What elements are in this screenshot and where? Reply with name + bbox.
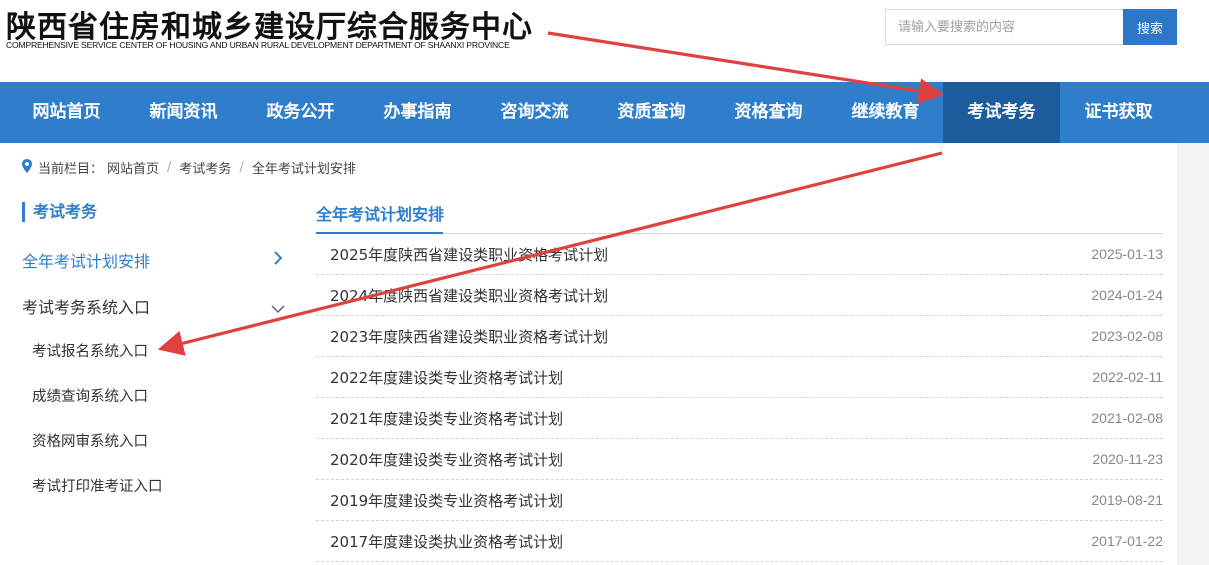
- list-item-date: 2020-11-23: [1092, 451, 1163, 467]
- nav-item-home[interactable]: 网站首页: [8, 82, 125, 143]
- list-item-title[interactable]: 2024年度陕西省建设类职业资格考试计划: [316, 285, 608, 306]
- sidebar-title: 考试考务: [22, 202, 97, 222]
- list-item[interactable]: 2017年度建设类执业资格考试计划 2017-01-22: [316, 521, 1163, 562]
- page-side-background: [1177, 143, 1209, 565]
- list-item[interactable]: 2021年度建设类专业资格考试计划 2021-02-08: [316, 398, 1163, 439]
- list-item-title[interactable]: 2025年度陕西省建设类职业资格考试计划: [316, 244, 608, 265]
- nav-item-continuing-education[interactable]: 继续教育: [827, 82, 944, 143]
- sidebar-sublink-print-admission[interactable]: 考试打印准考证入口: [32, 475, 163, 496]
- chevron-right-icon[interactable]: [273, 250, 283, 270]
- list-item-title[interactable]: 2017年度建设类执业资格考试计划: [316, 531, 563, 552]
- list-item-title[interactable]: 2020年度建设类专业资格考试计划: [316, 449, 563, 470]
- content-title: 全年考试计划安排: [316, 205, 445, 224]
- breadcrumb-separator: /: [167, 160, 172, 175]
- list-item-title[interactable]: 2019年度建设类专业资格考试计划: [316, 490, 563, 511]
- nav-item-consult[interactable]: 咨询交流: [476, 82, 593, 143]
- list-item-title[interactable]: 2022年度建设类专业资格考试计划: [316, 367, 563, 388]
- list-item-title[interactable]: 2023年度陕西省建设类职业资格考试计划: [316, 326, 608, 347]
- nav-item-news[interactable]: 新闻资讯: [125, 82, 242, 143]
- location-pin-icon: [22, 158, 32, 177]
- sidebar-item-exam-plan[interactable]: 全年考试计划安排: [22, 248, 150, 272]
- list-item-date: 2022-02-11: [1092, 369, 1163, 385]
- list-item-date: 2023-02-08: [1091, 328, 1163, 344]
- site-subtitle: COMPREHENSIVE SERVICE CENTER OF HOUSING …: [6, 40, 510, 50]
- list-item[interactable]: 2024年度陕西省建设类职业资格考试计划 2024-01-24: [316, 275, 1163, 316]
- list-item-date: 2024-01-24: [1091, 287, 1163, 303]
- list-item-date: 2019-08-21: [1091, 492, 1163, 508]
- nav-item-certificate-query[interactable]: 资格查询: [710, 82, 827, 143]
- list-item-title[interactable]: 2021年度建设类专业资格考试计划: [316, 408, 563, 429]
- breadcrumb: 当前栏目： 网站首页 / 考试考务 / 全年考试计划安排: [22, 158, 356, 177]
- sidebar-sublink-score-query[interactable]: 成绩查询系统入口: [32, 385, 148, 406]
- nav-item-gov-affairs[interactable]: 政务公开: [242, 82, 359, 143]
- sidebar-sublink-qualification-review[interactable]: 资格网审系统入口: [32, 430, 148, 451]
- sidebar-sublink-registration[interactable]: 考试报名系统入口: [32, 340, 148, 361]
- list-item-date: 2017-01-22: [1091, 533, 1163, 549]
- breadcrumb-item-exams[interactable]: 考试考务: [179, 158, 231, 177]
- list-item[interactable]: 2022年度建设类专业资格考试计划 2022-02-11: [316, 357, 1163, 398]
- chevron-down-icon[interactable]: [271, 299, 285, 318]
- search-button[interactable]: 搜索: [1123, 9, 1177, 45]
- list-item[interactable]: 2019年度建设类专业资格考试计划 2019-08-21: [316, 480, 1163, 521]
- main-nav: 网站首页 新闻资讯 政务公开 办事指南 咨询交流 资质查询 资格查询 继续教育 …: [0, 82, 1209, 143]
- nav-item-exams[interactable]: 考试考务: [943, 82, 1060, 143]
- list-item[interactable]: 2020年度建设类专业资格考试计划 2020-11-23: [316, 439, 1163, 480]
- list-item[interactable]: 2023年度陕西省建设类职业资格考试计划 2023-02-08: [316, 316, 1163, 357]
- article-list: 2025年度陕西省建设类职业资格考试计划 2025-01-13 2024年度陕西省…: [316, 234, 1163, 562]
- breadcrumb-item-home[interactable]: 网站首页: [107, 158, 159, 177]
- breadcrumb-prefix: 当前栏目：: [38, 162, 104, 177]
- search-input[interactable]: [885, 9, 1123, 45]
- nav-item-qualification-query[interactable]: 资质查询: [593, 82, 710, 143]
- list-item[interactable]: 2025年度陕西省建设类职业资格考试计划 2025-01-13: [316, 234, 1163, 275]
- list-item-date: 2025-01-13: [1091, 246, 1163, 262]
- nav-item-guide[interactable]: 办事指南: [359, 82, 476, 143]
- breadcrumb-separator: /: [239, 160, 244, 175]
- breadcrumb-item-current[interactable]: 全年考试计划安排: [252, 158, 356, 177]
- sidebar-item-system-entry[interactable]: 考试考务系统入口: [22, 294, 150, 318]
- list-item-date: 2021-02-08: [1091, 410, 1163, 426]
- site-header: 陕西省住房和城乡建设厅综合服务中心 COMPREHENSIVE SERVICE …: [0, 0, 1209, 82]
- nav-item-certificate-get[interactable]: 证书获取: [1060, 82, 1177, 143]
